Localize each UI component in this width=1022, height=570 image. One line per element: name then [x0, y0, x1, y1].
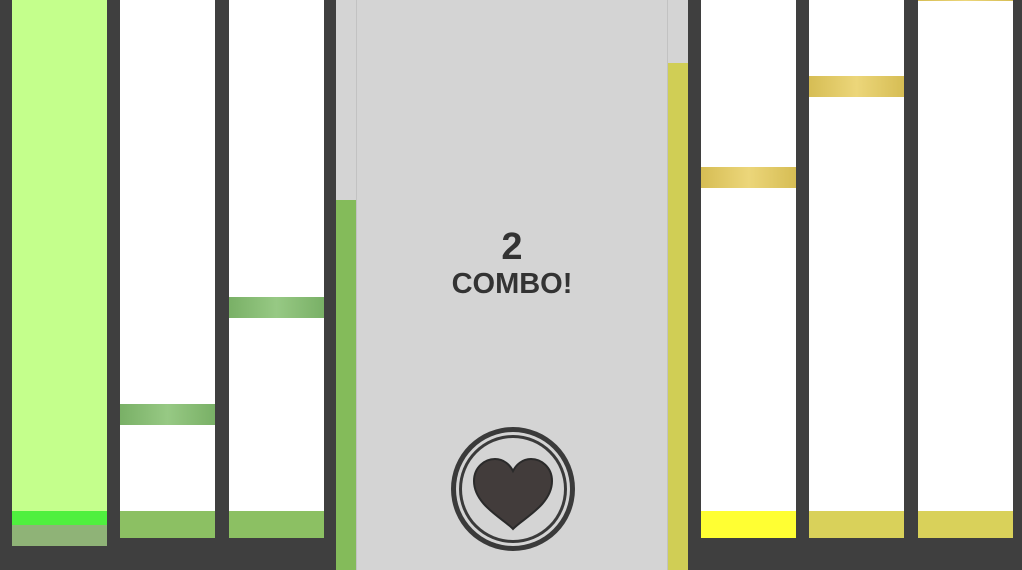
hit-zone-right-1[interactable] — [701, 511, 796, 538]
lane-right-2[interactable] — [809, 0, 904, 538]
heart-icon — [451, 427, 575, 551]
hit-zone-right-2[interactable] — [809, 511, 904, 538]
hit-zone-right-3[interactable] — [918, 511, 1013, 538]
lane-right-1[interactable] — [701, 0, 796, 538]
left-meter-fill — [336, 199, 356, 570]
hit-zone-left-3[interactable] — [229, 511, 324, 538]
heart-button[interactable] — [449, 425, 577, 553]
left-meter-track — [336, 0, 357, 570]
combo-display: 2 COMBO! — [357, 226, 667, 300]
falling-note — [918, 0, 1013, 1]
falling-note — [229, 297, 324, 318]
lane-left-2[interactable] — [120, 0, 215, 538]
falling-note — [809, 76, 904, 97]
lane-left-3[interactable] — [229, 0, 324, 538]
combo-label: COMBO! — [451, 268, 573, 300]
combo-count: 2 — [501, 226, 523, 268]
lane-left-1[interactable] — [12, 0, 107, 546]
right-meter-track — [667, 0, 688, 570]
lane-right-3[interactable] — [918, 0, 1013, 538]
right-meter-fill — [668, 62, 688, 570]
hit-zone-left-2[interactable] — [120, 511, 215, 538]
falling-note — [120, 404, 215, 425]
falling-note — [701, 167, 796, 188]
hit-zone-left-1[interactable] — [12, 511, 107, 546]
